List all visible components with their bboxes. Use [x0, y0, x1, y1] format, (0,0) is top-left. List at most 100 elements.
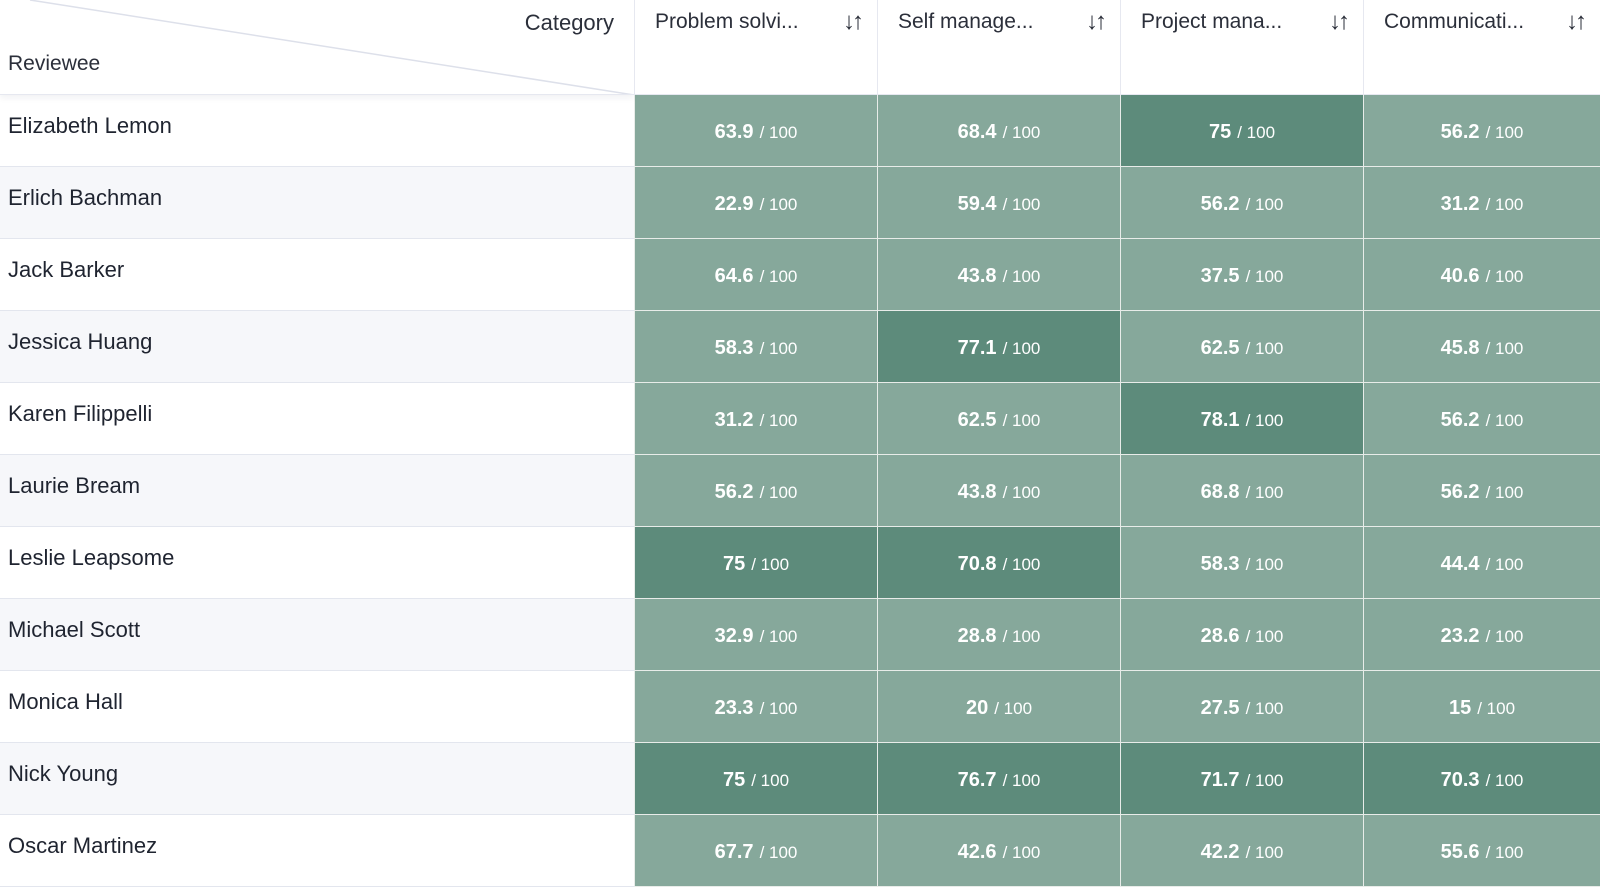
score-value: 71.7	[1200, 769, 1240, 791]
reviewee-name: Oscar Martinez	[0, 815, 634, 887]
score-cell[interactable]: 44.4/ 100	[1363, 527, 1600, 599]
score-cell[interactable]: 64.6/ 100	[634, 239, 877, 311]
score-max: / 100	[1245, 698, 1284, 718]
score-max: / 100	[1485, 482, 1524, 502]
score-cell[interactable]: 70.8/ 100	[877, 527, 1120, 599]
score-cell[interactable]: 28.6/ 100	[1120, 599, 1363, 671]
score-max: / 100	[1485, 266, 1524, 286]
score-cell[interactable]: 31.2/ 100	[634, 383, 877, 455]
score-value: 22.9	[714, 193, 754, 215]
column-header-communication[interactable]: Communicati... ↓↑	[1363, 0, 1600, 95]
score-cell[interactable]: 31.2/ 100	[1363, 167, 1600, 239]
score-max: / 100	[1002, 338, 1041, 358]
score-cell[interactable]: 15/ 100	[1363, 671, 1600, 743]
sort-arrows-icon[interactable]: ↓↑	[843, 10, 864, 34]
sort-arrows-icon[interactable]: ↓↑	[1329, 10, 1350, 34]
score-max: / 100	[1485, 410, 1524, 430]
column-header-project-management[interactable]: Project mana... ↓↑	[1120, 0, 1363, 95]
score-cell[interactable]: 75/ 100	[634, 743, 877, 815]
score-cell[interactable]: 27.5/ 100	[1120, 671, 1363, 743]
score-max: / 100	[1485, 338, 1524, 358]
score-cell[interactable]: 68.8/ 100	[1120, 455, 1363, 527]
score-cell[interactable]: 42.6/ 100	[877, 815, 1120, 887]
score-max: / 100	[1237, 122, 1276, 142]
reviewee-name: Karen Filippelli	[0, 383, 634, 455]
score-cell[interactable]: 32.9/ 100	[634, 599, 877, 671]
score-cell[interactable]: 77.1/ 100	[877, 311, 1120, 383]
score-max: / 100	[751, 770, 790, 790]
score-cell[interactable]: 68.4/ 100	[877, 95, 1120, 167]
score-cell[interactable]: 28.8/ 100	[877, 599, 1120, 671]
score-cell[interactable]: 62.5/ 100	[1120, 311, 1363, 383]
score-max: / 100	[1245, 626, 1284, 646]
score-cell[interactable]: 23.3/ 100	[634, 671, 877, 743]
column-header-problem-solving[interactable]: Problem solvi... ↓↑	[634, 0, 877, 95]
score-cell[interactable]: 40.6/ 100	[1363, 239, 1600, 311]
score-max: / 100	[1002, 482, 1041, 502]
score-value: 58.3	[714, 337, 754, 359]
reviewee-name: Jessica Huang	[0, 311, 634, 383]
score-cell[interactable]: 56.2/ 100	[1363, 383, 1600, 455]
score-value: 70.3	[1440, 769, 1480, 791]
score-max: / 100	[1002, 410, 1041, 430]
sort-arrows-icon[interactable]: ↓↑	[1086, 10, 1107, 34]
score-cell[interactable]: 56.2/ 100	[1120, 167, 1363, 239]
score-cell[interactable]: 59.4/ 100	[877, 167, 1120, 239]
score-cell[interactable]: 78.1/ 100	[1120, 383, 1363, 455]
score-value: 37.5	[1200, 265, 1240, 287]
score-max: / 100	[759, 410, 798, 430]
score-cell[interactable]: 63.9/ 100	[634, 95, 877, 167]
score-max: / 100	[994, 698, 1033, 718]
score-max: / 100	[1245, 338, 1284, 358]
score-value: 15	[1448, 697, 1472, 719]
score-cell[interactable]: 56.2/ 100	[1363, 455, 1600, 527]
score-value: 28.6	[1200, 625, 1240, 647]
reviewee-name: Elizabeth Lemon	[0, 95, 634, 167]
score-value: 43.8	[957, 265, 997, 287]
score-cell[interactable]: 76.7/ 100	[877, 743, 1120, 815]
score-cell[interactable]: 67.7/ 100	[634, 815, 877, 887]
score-cell[interactable]: 56.2/ 100	[634, 455, 877, 527]
score-cell[interactable]: 23.2/ 100	[1363, 599, 1600, 671]
score-value: 31.2	[714, 409, 754, 431]
score-max: / 100	[1485, 122, 1524, 142]
score-cell[interactable]: 55.6/ 100	[1363, 815, 1600, 887]
score-value: 56.2	[1200, 193, 1240, 215]
score-cell[interactable]: 58.3/ 100	[1120, 527, 1363, 599]
score-cell[interactable]: 75/ 100	[1120, 95, 1363, 167]
column-title: Communicati...	[1384, 10, 1525, 33]
reviewee-name: Michael Scott	[0, 599, 634, 671]
score-max: / 100	[1485, 842, 1524, 862]
score-max: / 100	[1245, 266, 1284, 286]
score-cell[interactable]: 37.5/ 100	[1120, 239, 1363, 311]
score-value: 40.6	[1440, 265, 1480, 287]
score-cell[interactable]: 70.3/ 100	[1363, 743, 1600, 815]
score-max: / 100	[1485, 626, 1524, 646]
score-cell[interactable]: 62.5/ 100	[877, 383, 1120, 455]
score-cell[interactable]: 45.8/ 100	[1363, 311, 1600, 383]
corner-header: Category Reviewee	[0, 0, 634, 95]
score-value: 75	[722, 553, 746, 575]
score-cell[interactable]: 43.8/ 100	[877, 455, 1120, 527]
sort-arrows-icon[interactable]: ↓↑	[1566, 10, 1587, 34]
reviewee-label: Reviewee	[8, 52, 101, 75]
score-cell[interactable]: 56.2/ 100	[1363, 95, 1600, 167]
column-header-self-management[interactable]: Self manage... ↓↑	[877, 0, 1120, 95]
score-cell[interactable]: 43.8/ 100	[877, 239, 1120, 311]
column-title: Project mana...	[1141, 10, 1283, 33]
score-cell[interactable]: 71.7/ 100	[1120, 743, 1363, 815]
score-cell[interactable]: 22.9/ 100	[634, 167, 877, 239]
score-max: / 100	[1485, 554, 1524, 574]
score-value: 44.4	[1440, 553, 1480, 575]
score-value: 68.8	[1200, 481, 1240, 503]
score-value: 75	[1208, 121, 1232, 143]
score-max: / 100	[1485, 770, 1524, 790]
score-cell[interactable]: 75/ 100	[634, 527, 877, 599]
score-cell[interactable]: 20/ 100	[877, 671, 1120, 743]
score-value: 58.3	[1200, 553, 1240, 575]
score-max: / 100	[1002, 842, 1041, 862]
score-cell[interactable]: 58.3/ 100	[634, 311, 877, 383]
score-cell[interactable]: 42.2/ 100	[1120, 815, 1363, 887]
score-value: 23.3	[714, 697, 754, 719]
score-max: / 100	[1002, 266, 1041, 286]
